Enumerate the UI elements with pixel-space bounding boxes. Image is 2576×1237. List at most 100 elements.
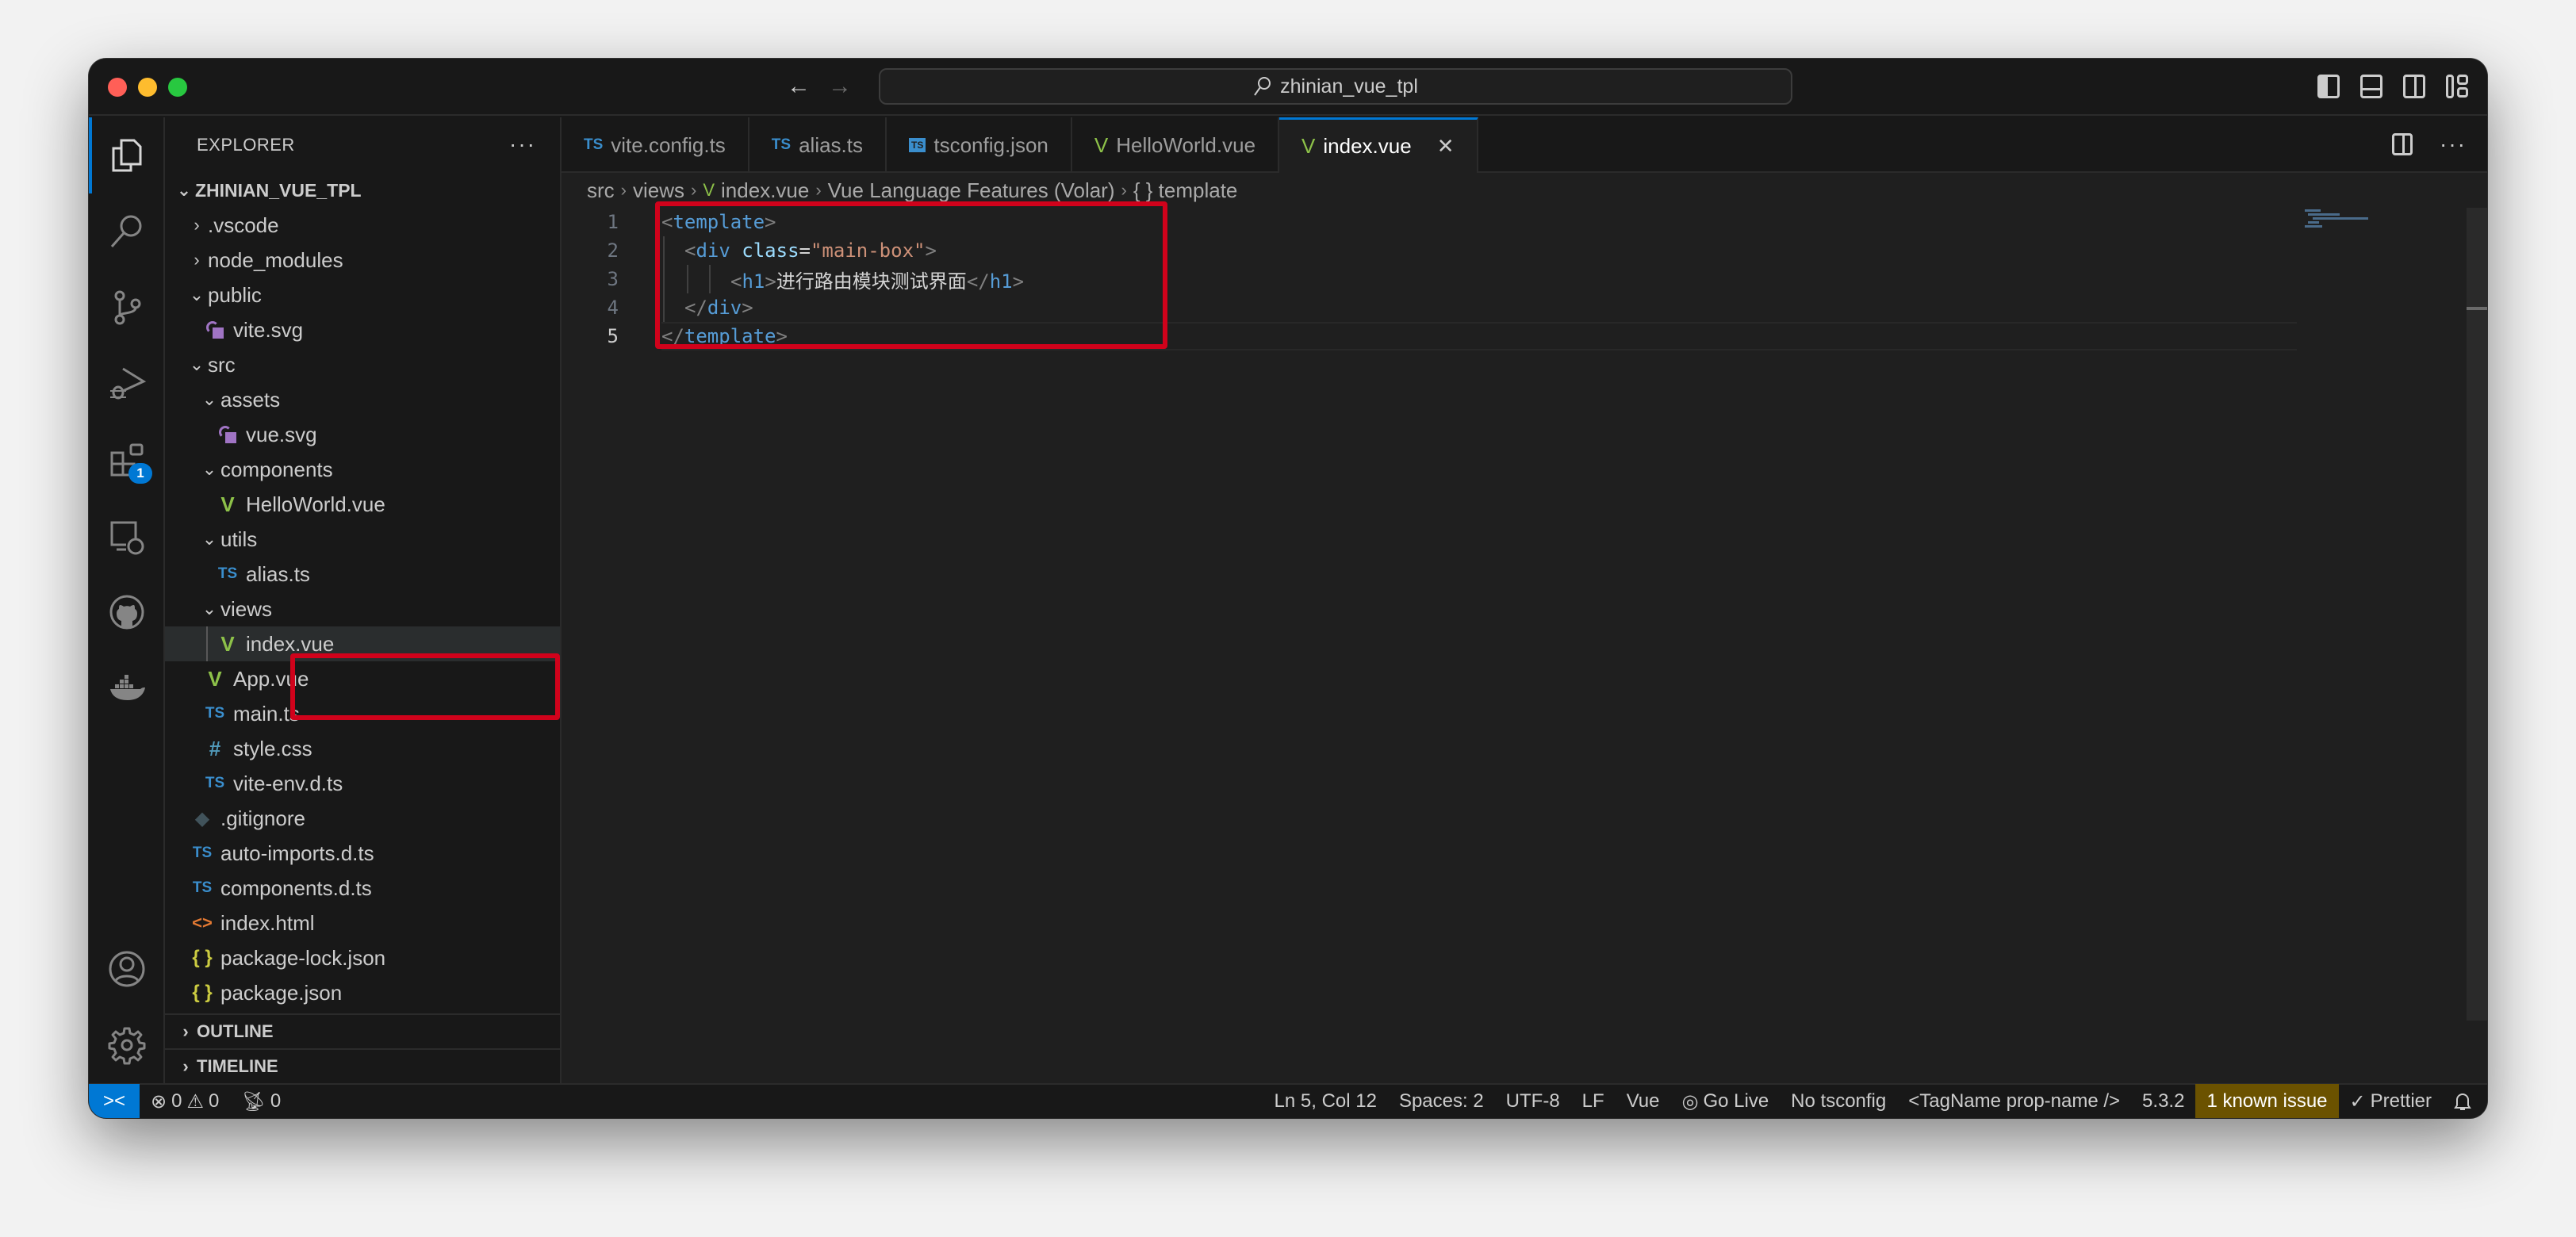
files-icon	[112, 139, 142, 172]
tree-folder[interactable]: ⌄ assets	[165, 382, 560, 417]
tree-file[interactable]: V App.vue	[165, 661, 560, 696]
prettier-status[interactable]: ✓ Prettier	[2339, 1084, 2443, 1118]
tree-file[interactable]: V HelloWorld.vue	[165, 487, 560, 522]
activity-remote-explorer[interactable]	[89, 498, 165, 574]
code-line[interactable]: 3 <h1>进行路由模块测试界面</h1>	[562, 265, 2487, 293]
breadcrumb-item[interactable]: views	[633, 178, 684, 203]
encoding[interactable]: UTF-8	[1495, 1084, 1571, 1118]
activity-manage[interactable]	[89, 1007, 165, 1083]
go-live-label: Go Live	[1703, 1090, 1769, 1112]
activity-extensions[interactable]: 1	[89, 422, 165, 498]
error-count: 0	[171, 1090, 182, 1112]
bell-icon	[2454, 1093, 2471, 1110]
tree-file[interactable]: TS main.ts	[165, 696, 560, 731]
status-right: Ln 5, Col 12 Spaces: 2 UTF-8 LF Vue ◎ Go…	[1263, 1084, 2487, 1118]
tree-file[interactable]: ◆ .gitignore	[165, 801, 560, 836]
toggle-panel-icon[interactable]	[2360, 75, 2382, 98]
tab-helloworld-vue[interactable]: V HelloWorld.vue	[1072, 117, 1280, 173]
tree-file[interactable]: TS auto-imports.d.ts	[165, 836, 560, 871]
breadcrumb-item[interactable]: src	[587, 178, 615, 203]
chevron-right-icon: ›	[182, 1021, 189, 1041]
workspace-root[interactable]: ⌄ ZHINIAN_VUE_TPL	[165, 173, 560, 208]
customize-layout-icon[interactable]	[2446, 75, 2468, 98]
html-file-icon: <>	[192, 913, 213, 933]
git-file-icon: ◆	[194, 807, 210, 829]
activity-github[interactable]	[89, 574, 165, 650]
navigation: ← →	[787, 73, 852, 100]
tree-folder[interactable]: ⌄ src	[165, 347, 560, 382]
forward-arrow-icon[interactable]: →	[828, 73, 852, 100]
tab-alias-ts[interactable]: TS alias.ts	[749, 117, 887, 173]
back-arrow-icon[interactable]: ←	[787, 73, 811, 100]
timeline-section[interactable]: › TIMELINE	[165, 1048, 560, 1083]
current-line-highlight	[661, 322, 2297, 350]
editor-scrollbar[interactable]	[2467, 208, 2487, 1021]
activity-source-control[interactable]	[89, 270, 165, 346]
line-number: 3	[607, 268, 619, 290]
tree-file[interactable]: TS alias.ts	[165, 557, 560, 592]
code-line[interactable]: 2 <div class="main-box">	[562, 236, 2487, 265]
svg-file-icon	[201, 321, 228, 339]
language-mode[interactable]: Vue	[1616, 1084, 1671, 1118]
minimize-window-button[interactable]	[138, 78, 157, 97]
minimap[interactable]	[2305, 208, 2368, 229]
remote-icon: ><	[102, 1090, 126, 1112]
activity-docker[interactable]	[89, 650, 165, 726]
notifications-button[interactable]	[2443, 1084, 2487, 1118]
go-live-button[interactable]: ◎ Go Live	[1671, 1084, 1781, 1118]
code-line[interactable]: 4 </div>	[562, 293, 2487, 322]
tree-file[interactable]: { } package-lock.json	[165, 940, 560, 975]
ports-indicator[interactable]: 📡︎ 0	[230, 1084, 292, 1118]
tab-index-vue[interactable]: Vindex.vue ✕	[1279, 117, 1478, 173]
tab-tsconfig-json[interactable]: TS tsconfig.json	[887, 117, 1072, 173]
chevron-down-icon: ⌄	[201, 459, 217, 479]
toggle-secondary-sidebar-icon[interactable]	[2403, 75, 2425, 98]
tree-file[interactable]: TS vite-env.d.ts	[165, 766, 560, 801]
problems-indicator[interactable]: ⊗ 0 ⚠ 0	[140, 1084, 230, 1118]
tree-folder[interactable]: › node_modules	[165, 243, 560, 278]
tree-file[interactable]: { } package.json	[165, 975, 560, 1010]
ts-version[interactable]: 5.3.2	[2131, 1084, 2195, 1118]
activity-run-debug[interactable]	[89, 346, 165, 422]
tsconfig-status[interactable]: No tsconfig	[1780, 1084, 1897, 1118]
tree-file[interactable]: <> index.html	[165, 906, 560, 940]
tree-file[interactable]: TS components.d.ts	[165, 871, 560, 906]
tag-name-style[interactable]: <TagName prop-name />	[1897, 1084, 2131, 1118]
tree-folder[interactable]: › .vscode	[165, 208, 560, 243]
close-icon[interactable]: ✕	[1437, 134, 1455, 159]
tree-folder[interactable]: ⌄ utils	[165, 522, 560, 557]
command-center-search[interactable]: zhinian_vue_tpl	[879, 68, 1792, 105]
tree-file[interactable]: Vindex.vue	[165, 626, 560, 661]
tree-folder[interactable]: ⌄ views	[165, 592, 560, 626]
maximize-window-button[interactable]	[168, 78, 187, 97]
close-window-button[interactable]	[108, 78, 127, 97]
breadcrumb-item[interactable]: index.vue	[721, 178, 809, 203]
activity-explorer[interactable]	[89, 117, 165, 193]
tree-file[interactable]: # style.css	[165, 731, 560, 766]
breadcrumb-item[interactable]: Vue Language Features (Volar)	[828, 178, 1115, 203]
cursor-position[interactable]: Ln 5, Col 12	[1263, 1084, 1388, 1118]
more-actions-icon[interactable]: ···	[2440, 132, 2467, 157]
tree-file[interactable]: vue.svg	[165, 417, 560, 452]
broadcast-icon: ◎	[1681, 1090, 1699, 1113]
more-actions-icon[interactable]: ···	[509, 132, 536, 157]
tree-folder[interactable]: ⌄ components	[165, 452, 560, 487]
tree-file[interactable]: vite.svg	[165, 312, 560, 347]
remote-indicator[interactable]: ><	[89, 1084, 140, 1118]
indentation[interactable]: Spaces: 2	[1388, 1084, 1495, 1118]
code-line[interactable]: 1 <template>	[562, 208, 2487, 236]
activity-search[interactable]	[89, 193, 165, 270]
breadcrumb-item[interactable]: { } template	[1133, 178, 1238, 203]
editor-actions: ···	[2392, 132, 2467, 157]
tab-vite-config-ts[interactable]: TS vite.config.ts	[562, 117, 749, 173]
split-editor-icon[interactable]	[2392, 133, 2413, 155]
code-editor[interactable]: 1 <template> 2 <div class="main-box"> 3 <h1>进…	[562, 201, 2487, 1021]
tree-folder[interactable]: ⌄ public	[165, 278, 560, 312]
code-token: <	[661, 211, 673, 233]
end-of-line[interactable]: LF	[1571, 1084, 1616, 1118]
typescript-file-icon: TS	[192, 879, 213, 896]
known-issue-badge[interactable]: 1 known issue	[2195, 1084, 2339, 1118]
outline-section[interactable]: › OUTLINE	[165, 1013, 560, 1048]
toggle-primary-sidebar-icon[interactable]	[2317, 75, 2340, 98]
activity-accounts[interactable]	[89, 931, 165, 1007]
